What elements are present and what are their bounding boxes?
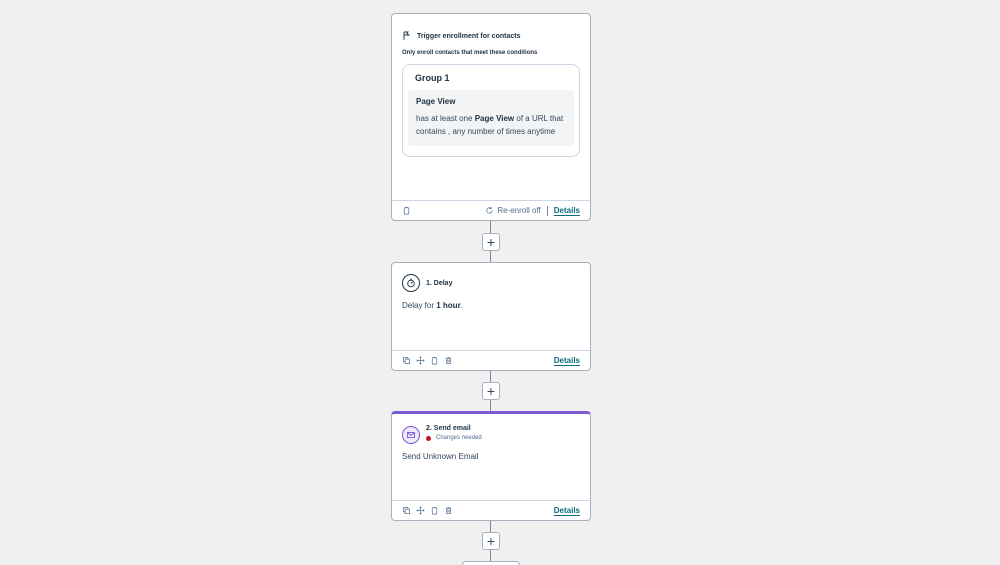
send-email-card[interactable]: 2. Send email Changes needed Send Unknow…: [391, 411, 591, 521]
add-action-button[interactable]: +: [482, 382, 500, 400]
flag-icon: [402, 31, 412, 41]
email-header: 2. Send email Changes needed: [392, 414, 590, 444]
email-title: 2. Send email: [426, 425, 471, 432]
workflow-canvas: Trigger enrollment for contacts Only enr…: [0, 0, 1000, 565]
filter-card[interactable]: Page View has at least one Page View of …: [408, 90, 574, 146]
delete-icon[interactable]: [444, 356, 453, 365]
group-title: Group 1: [415, 73, 450, 83]
trigger-footer: Re-enroll off Details: [392, 200, 590, 220]
delay-footer: Details: [392, 350, 590, 370]
trigger-card[interactable]: Trigger enrollment for contacts Only enr…: [391, 13, 591, 221]
delay-details-link[interactable]: Details: [554, 356, 580, 365]
filter-description: has at least one Page View of a URL that…: [416, 114, 564, 136]
next-card-edge: [462, 561, 520, 565]
timer-icon: [402, 274, 420, 292]
add-action-button[interactable]: +: [482, 233, 500, 251]
trigger-subtitle: Only enroll contacts that meet these con…: [402, 50, 538, 56]
refresh-icon: [485, 206, 494, 215]
condition-group[interactable]: Group 1 Page View has at least one Page …: [402, 64, 580, 157]
delay-card[interactable]: 1. Delay Delay for 1 hour. Details: [391, 262, 591, 371]
delete-icon[interactable]: [444, 506, 453, 515]
reenroll-toggle[interactable]: Re-enroll off: [485, 206, 541, 215]
clipboard-icon[interactable]: [430, 356, 439, 365]
email-footer: Details: [392, 500, 590, 520]
trigger-header: Trigger enrollment for contacts: [392, 14, 590, 41]
status-indicator: Changes needed: [426, 435, 482, 441]
copy-icon[interactable]: [402, 506, 411, 515]
email-body: Send Unknown Email: [402, 452, 479, 461]
trigger-details-link[interactable]: Details: [554, 206, 580, 215]
status-text: Changes needed: [436, 435, 482, 441]
delay-header: 1. Delay: [392, 263, 590, 292]
delay-body: Delay for 1 hour.: [402, 301, 463, 310]
trash-icon[interactable]: [402, 206, 411, 215]
status-dot: [426, 435, 431, 441]
trigger-title: Trigger enrollment for contacts: [417, 32, 521, 40]
mail-icon: [402, 426, 420, 444]
footer-divider: [546, 205, 548, 216]
filter-title: Page View: [416, 97, 456, 106]
add-action-button[interactable]: +: [482, 532, 500, 550]
move-icon[interactable]: [416, 506, 425, 515]
copy-icon[interactable]: [402, 356, 411, 365]
reenroll-label: Re-enroll off: [497, 206, 541, 215]
move-icon[interactable]: [416, 356, 425, 365]
delay-title: 1. Delay: [426, 279, 453, 287]
email-details-link[interactable]: Details: [554, 506, 580, 515]
clipboard-icon[interactable]: [430, 506, 439, 515]
